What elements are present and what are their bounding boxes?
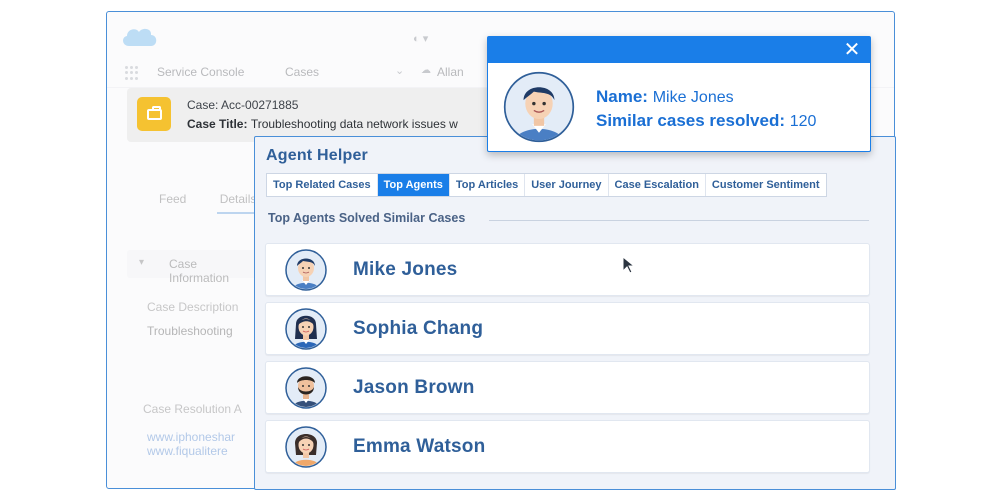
agent-name[interactable]: Mike Jones [353,259,457,281]
agent-row-mike-jones[interactable]: Mike Jones [265,243,870,296]
male-avatar-icon [285,249,327,291]
panel-title: Agent Helper [266,147,368,164]
section-label: Case Information [169,257,230,285]
tab-details[interactable]: Details [220,192,257,206]
female-avatar-icon [285,426,327,468]
agent-row-sophia-chang[interactable]: Sophia Chang [265,302,870,355]
name-label: Name: [596,87,648,106]
close-icon[interactable]: ✕ [842,39,862,61]
resolved-label: Similar cases resolved: [596,111,786,130]
cloud-icon: ☁ [421,65,431,76]
app-name: Service Console [157,65,245,79]
case-resolution-label: Case Resolution A [143,402,242,416]
app-launcher-icon[interactable] [125,66,139,80]
salesforce-cloud-logo-icon [123,28,157,46]
case-information-section[interactable]: ▾ Case Information [127,250,257,285]
section-title: Top Agents Solved Similar Cases [268,211,466,225]
case-title: Case Title: Troubleshooting data network… [187,117,458,131]
agent-name[interactable]: Sophia Chang [353,318,483,340]
popup-agent-name: Name: Mike Jones [596,87,734,107]
case-title-label: Case Title: [187,117,248,131]
agent-name[interactable]: Jason Brown [353,377,475,399]
popup-cases-resolved: Similar cases resolved: 120 [596,111,816,131]
popup-header: ✕ [488,37,870,63]
agent-row-emma-watson[interactable]: Emma Watson [265,420,870,473]
mouse-pointer-icon [622,256,636,274]
agent-row-jason-brown[interactable]: Jason Brown [265,361,870,414]
agent-list: Mike Jones Sophia Chang Jason Brown Emma… [265,243,870,479]
nav-tab-account[interactable]: Allan [437,65,464,79]
case-description-label: Case Description [147,300,239,314]
tab-feed[interactable]: Feed [159,192,186,206]
agent-detail-popup: ✕ Name: Mike Jones Similar cases resolve… [487,36,871,152]
tab-customer-sentiment[interactable]: Customer Sentiment [706,174,826,196]
tab-user-journey[interactable]: User Journey [525,174,609,196]
chevron-down-icon: ▾ [139,257,145,268]
tab-case-escalation[interactable]: Case Escalation [609,174,706,196]
case-title-value: Troubleshooting data network issues w [250,117,458,131]
resolution-link[interactable]: www.iphoneshar [147,430,235,444]
male-avatar-icon [503,71,575,143]
name-value: Mike Jones [652,89,734,106]
tab-top-related-cases[interactable]: Top Related Cases [267,174,378,196]
case-number: Case: Acc-00271885 [187,98,299,112]
section-divider [489,220,869,221]
resolved-value: 120 [789,113,817,130]
tab-top-agents[interactable]: Top Agents [377,174,450,196]
resolution-link[interactable]: www.fiqualitere [147,444,228,458]
male-beard-avatar-icon [285,367,327,409]
chevron-down-icon[interactable]: ⌄ [395,64,404,77]
agent-helper-tabs: Top Related Cases Top Agents Top Article… [266,173,827,197]
agent-helper-panel: Agent Helper Top Related Cases Top Agent… [254,136,896,490]
case-description-value: Troubleshooting [147,324,233,338]
active-tab-indicator [217,212,257,214]
case-briefcase-icon [137,97,171,131]
agent-name[interactable]: Emma Watson [353,436,485,458]
header-icons[interactable]: ◐ ▾ [413,32,428,45]
nav-tab-cases[interactable]: Cases [285,65,319,79]
female-avatar-icon [285,308,327,350]
tab-top-articles[interactable]: Top Articles [450,174,526,196]
